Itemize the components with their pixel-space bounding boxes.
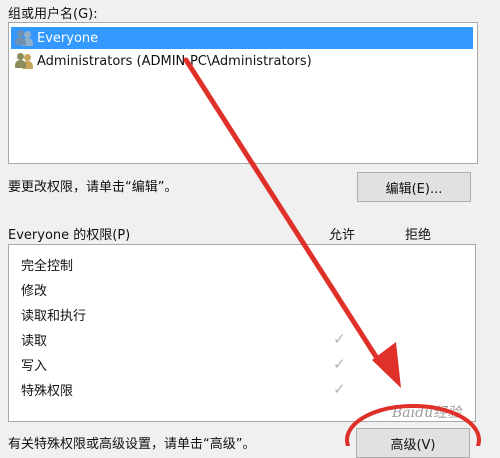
annotation-arrowhead-icon — [372, 342, 401, 388]
annotation-overlay — [183, 57, 481, 446]
annotation-circle — [345, 404, 481, 446]
annotation-arrow-shaft — [183, 57, 385, 369]
